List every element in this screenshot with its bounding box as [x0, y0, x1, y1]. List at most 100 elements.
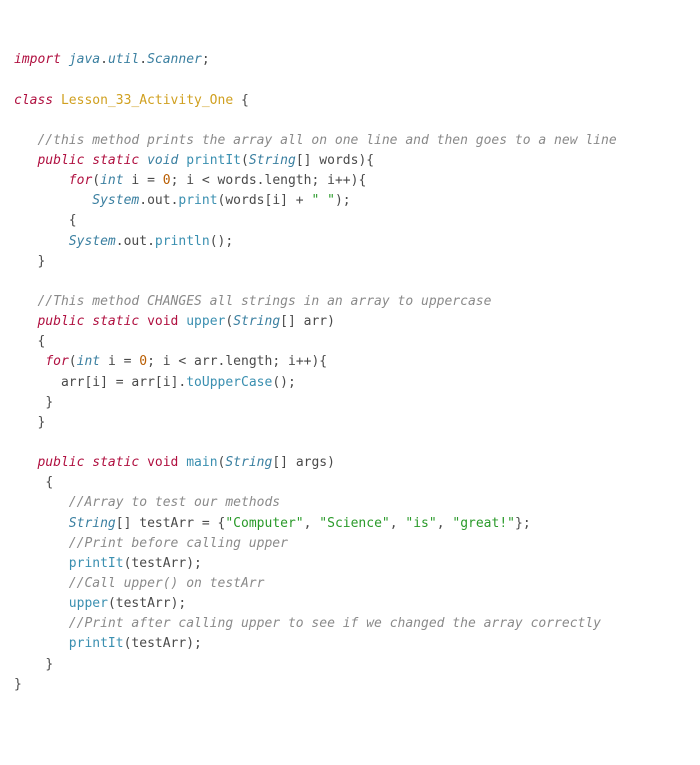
fn-upper: upper	[69, 596, 108, 611]
field-out: out	[147, 193, 170, 208]
semicolon: ;	[288, 375, 296, 390]
comment: //Array to test our methods	[69, 495, 280, 510]
semicolon: ;	[194, 556, 202, 571]
kw-for: for	[45, 354, 68, 369]
paren-open: (	[92, 173, 100, 188]
var-arr: arr	[61, 375, 84, 390]
kw-void: void	[147, 455, 178, 470]
brace-open: {	[319, 354, 327, 369]
kw-public: public	[37, 314, 84, 329]
brace-open: {	[37, 334, 45, 349]
kw-class: class	[14, 93, 53, 108]
brace-close: }	[37, 254, 45, 269]
num-zero: 0	[139, 354, 147, 369]
paren-open: (	[124, 636, 132, 651]
var-arr: arr	[131, 375, 154, 390]
sp	[233, 93, 241, 108]
comma: ,	[304, 516, 320, 531]
kw-static: static	[92, 153, 139, 168]
brace-close: }	[37, 415, 45, 430]
comment: //Print after calling upper to see if we…	[69, 616, 601, 631]
fn-upper: upper	[186, 314, 225, 329]
kw-void: void	[147, 153, 178, 168]
fn-print: print	[178, 193, 217, 208]
paren-close: )	[280, 375, 288, 390]
comma: ,	[437, 516, 453, 531]
fn-println: println	[155, 234, 210, 249]
bracket-close: ]	[100, 375, 108, 390]
kw-public: public	[37, 455, 84, 470]
var-i: i	[92, 375, 100, 390]
var-words: words	[218, 173, 257, 188]
pkg-scanner: Scanner	[147, 52, 202, 67]
brace-open: {	[45, 475, 53, 490]
pkg-java: java	[69, 52, 100, 67]
paren-open: (	[272, 375, 280, 390]
paren-close: )	[171, 596, 179, 611]
brace-open: {	[358, 173, 366, 188]
op-inc: ++	[335, 173, 351, 188]
code-block: import java.util.Scanner; class Lesson_3…	[14, 50, 686, 695]
str-space: " "	[311, 193, 334, 208]
semicolon: ;	[225, 234, 233, 249]
var-testarr: testArr	[131, 636, 186, 651]
var-i: i	[327, 173, 335, 188]
dot: .	[116, 234, 124, 249]
type-int: int	[100, 173, 123, 188]
fn-printit: printIt	[186, 153, 241, 168]
paren-open: (	[225, 314, 233, 329]
kw-public: public	[37, 153, 84, 168]
paren-close: )	[335, 193, 343, 208]
comment: //Call upper() on testArr	[69, 576, 265, 591]
bracket-close: ]	[280, 193, 288, 208]
semicolon: ;	[202, 52, 210, 67]
type-int: int	[77, 354, 100, 369]
op-eq: =	[194, 516, 217, 531]
var-i: i	[186, 173, 194, 188]
str-science: "Science"	[319, 516, 389, 531]
brackets: []	[116, 516, 132, 531]
comment: //Print before calling upper	[69, 536, 288, 551]
op-eq: =	[139, 173, 162, 188]
semicolon: ;	[171, 173, 187, 188]
sp	[61, 52, 69, 67]
op-eq: =	[108, 375, 131, 390]
brace-close: }	[45, 657, 53, 672]
semicolon: ;	[178, 596, 186, 611]
var-words: words	[225, 193, 264, 208]
str-great: "great!"	[452, 516, 515, 531]
comment: //this method prints the array all on on…	[37, 133, 616, 148]
op-lt: <	[194, 173, 217, 188]
op-eq: =	[116, 354, 139, 369]
sp	[296, 314, 304, 329]
brackets: []	[296, 153, 312, 168]
fn-printit: printIt	[69, 556, 124, 571]
semicolon: ;	[272, 354, 288, 369]
type-string: String	[233, 314, 280, 329]
dot: .	[139, 52, 147, 67]
class-system: System	[69, 234, 116, 249]
var-arr: arr	[304, 314, 327, 329]
type-string: String	[225, 455, 272, 470]
dot: .	[147, 234, 155, 249]
kw-for: for	[69, 173, 92, 188]
paren-open: (	[108, 596, 116, 611]
op-inc: ++	[296, 354, 312, 369]
prop-length: length	[225, 354, 272, 369]
paren-close: )	[186, 636, 194, 651]
op-lt: <	[171, 354, 194, 369]
num-zero: 0	[163, 173, 171, 188]
prop-length: length	[265, 173, 312, 188]
str-computer: "Computer"	[225, 516, 303, 531]
paren-close: )	[327, 314, 335, 329]
var-i: i	[163, 375, 171, 390]
semicolon: ;	[343, 193, 351, 208]
kw-static: static	[92, 455, 139, 470]
brace-close: }	[45, 395, 53, 410]
brace-close: }	[515, 516, 523, 531]
var-words: words	[319, 153, 358, 168]
type-string: String	[69, 516, 116, 531]
paren-open: (	[241, 153, 249, 168]
dot: .	[257, 173, 265, 188]
brace-open: {	[241, 93, 249, 108]
